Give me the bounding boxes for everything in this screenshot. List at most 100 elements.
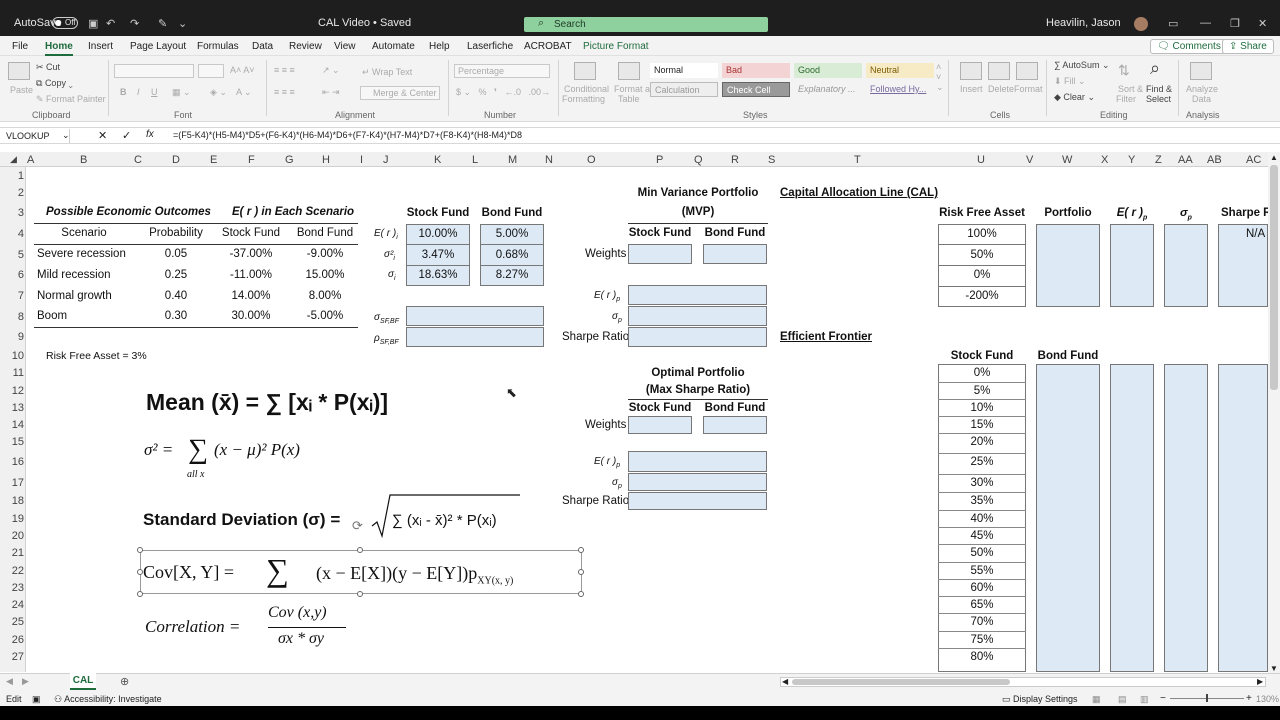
- analyze-data-icon[interactable]: [1190, 62, 1212, 80]
- paintbrush-icon[interactable]: ✎: [158, 17, 167, 30]
- frontier-stock-weight[interactable]: 35%: [938, 495, 1026, 507]
- mean-formula[interactable]: Mean (x̄) = ∑ [xᵢ * P(xᵢ)]: [146, 389, 388, 416]
- fill-button[interactable]: ⬇ Fill ⌄: [1054, 76, 1086, 87]
- column-header[interactable]: AC: [1246, 154, 1261, 166]
- stock-expected-return[interactable]: 10.00%: [406, 228, 470, 240]
- display-settings-button[interactable]: ▭ Display Settings: [1002, 694, 1078, 705]
- align-top-icon[interactable]: ≡ ≡ ≡: [274, 65, 295, 75]
- optimal-sharpe-cell[interactable]: [628, 492, 767, 510]
- bold-button[interactable]: B: [120, 87, 127, 97]
- covariance-cell[interactable]: [406, 306, 544, 326]
- style-check-cell[interactable]: Check Cell: [722, 82, 790, 97]
- frontier-stock-weight[interactable]: 65%: [938, 599, 1026, 611]
- resize-handle[interactable]: [578, 547, 584, 553]
- indent-icon[interactable]: ⇤ ⇥: [322, 87, 340, 98]
- column-header[interactable]: R: [731, 154, 739, 166]
- vertical-scroll-thumb[interactable]: [1270, 165, 1278, 390]
- fill-color-icon[interactable]: ◈ ⌄: [210, 87, 227, 98]
- maximize-icon[interactable]: ❐: [1230, 17, 1240, 30]
- sort-filter-label-2[interactable]: Filter: [1116, 94, 1136, 104]
- column-header[interactable]: Z: [1155, 154, 1162, 166]
- conditional-formatting-label-2[interactable]: Formatting: [562, 94, 605, 104]
- row-header[interactable]: 26: [0, 634, 24, 646]
- wrap-text-button[interactable]: ↵ Wrap Text: [362, 67, 412, 78]
- column-header[interactable]: A: [27, 154, 34, 166]
- sd-formula-rhs[interactable]: ∑ (xᵢ - x̄)² * P(xᵢ): [392, 512, 497, 529]
- horizontal-scroll-thumb[interactable]: [792, 679, 1010, 685]
- table-cell[interactable]: 8.00%: [292, 290, 358, 302]
- clear-button[interactable]: ◆ Clear ⌄: [1054, 92, 1095, 103]
- optimal-weight-bond-cell[interactable]: [703, 416, 767, 434]
- zoom-out-icon[interactable]: −: [1160, 693, 1166, 704]
- user-name[interactable]: Heavilin, Jason: [1046, 17, 1121, 29]
- resize-handle[interactable]: [578, 591, 584, 597]
- scroll-right-icon[interactable]: ▶: [1257, 677, 1263, 686]
- tab-formulas[interactable]: Formulas: [197, 41, 239, 52]
- scroll-up-icon[interactable]: ▲: [1270, 153, 1278, 162]
- mvp-sigma-cell[interactable]: [628, 306, 767, 326]
- tab-automate[interactable]: Automate: [372, 41, 415, 52]
- font-name-box[interactable]: [114, 64, 194, 78]
- font-size-box[interactable]: [198, 64, 224, 78]
- column-header[interactable]: S: [768, 154, 775, 166]
- column-header[interactable]: O: [587, 154, 596, 166]
- formula-input[interactable]: =(F5-K4)*(H5-M4)*D5+(F6-K4)*(H6-M4)*D6+(…: [173, 130, 522, 140]
- format-painter-button[interactable]: ✎ Format Painter: [36, 94, 106, 105]
- row-header[interactable]: 8: [0, 311, 24, 323]
- optimal-weight-stock-cell[interactable]: [628, 416, 692, 434]
- correlation-denominator[interactable]: σx * σy: [278, 630, 324, 648]
- table-cell[interactable]: 0.40: [140, 290, 212, 302]
- redo-icon[interactable]: ↷: [130, 17, 139, 30]
- italic-button[interactable]: I: [137, 87, 140, 97]
- share-button[interactable]: ⇪ Share: [1222, 39, 1274, 54]
- zoom-level[interactable]: 130%: [1256, 694, 1279, 704]
- column-header[interactable]: L: [472, 154, 478, 166]
- style-normal[interactable]: Normal: [650, 63, 718, 78]
- frontier-stock-weight[interactable]: 55%: [938, 565, 1026, 577]
- variance-formula-lhs[interactable]: σ² =: [144, 440, 173, 460]
- resize-handle[interactable]: [578, 569, 584, 575]
- format-as-table-icon[interactable]: [618, 62, 640, 80]
- column-header[interactable]: Y: [1128, 154, 1135, 166]
- close-icon[interactable]: ✕: [1258, 17, 1267, 30]
- mvp-weight-stock-cell[interactable]: [628, 244, 692, 264]
- tab-acrobat[interactable]: ACROBAT: [524, 41, 572, 52]
- style-followed-hyperlink[interactable]: Followed Hy...: [866, 82, 934, 97]
- normal-view-icon[interactable]: ▦: [1092, 694, 1101, 705]
- column-header[interactable]: C: [134, 154, 142, 166]
- frontier-stock-weight[interactable]: 50%: [938, 547, 1026, 559]
- row-header[interactable]: 16: [0, 456, 24, 468]
- table-cell[interactable]: 0.25: [140, 269, 212, 281]
- style-good[interactable]: Good: [794, 63, 862, 78]
- risk-free-note[interactable]: Risk Free Asset = 3%: [46, 350, 147, 362]
- scroll-left-icon[interactable]: ◀: [782, 677, 788, 686]
- bond-std-dev[interactable]: 8.27%: [480, 269, 544, 281]
- frontier-stock-weight[interactable]: 60%: [938, 582, 1026, 594]
- optimal-sigma-cell[interactable]: [628, 473, 767, 491]
- tab-insert[interactable]: Insert: [88, 41, 113, 52]
- stock-std-dev[interactable]: 18.63%: [406, 269, 470, 281]
- document-title[interactable]: CAL Video • Saved: [318, 17, 411, 29]
- zoom-in-icon[interactable]: +: [1246, 693, 1252, 704]
- cal-risk-free-value[interactable]: 0%: [938, 269, 1026, 281]
- borders-icon[interactable]: ▦ ⌄: [172, 87, 191, 98]
- frontier-stock-weight[interactable]: 10%: [938, 402, 1026, 414]
- delete-cells-icon[interactable]: [988, 62, 1010, 80]
- table-cell[interactable]: Normal growth: [37, 290, 112, 302]
- frontier-stock-weight[interactable]: 30%: [938, 477, 1026, 489]
- frontier-er-column[interactable]: [1110, 364, 1154, 672]
- row-header[interactable]: 20: [0, 530, 24, 542]
- row-header[interactable]: 6: [0, 269, 24, 281]
- frontier-stock-weight[interactable]: 40%: [938, 513, 1026, 525]
- stock-variance[interactable]: 3.47%: [406, 249, 470, 261]
- row-header[interactable]: 3: [0, 207, 24, 219]
- format-cells-label[interactable]: Format: [1014, 84, 1043, 94]
- column-header[interactable]: T: [854, 154, 861, 166]
- row-header[interactable]: 24: [0, 599, 24, 611]
- table-cell[interactable]: 0.05: [140, 248, 212, 260]
- format-as-table-label[interactable]: Format as: [614, 84, 655, 94]
- row-header[interactable]: 23: [0, 582, 24, 594]
- paste-label[interactable]: Paste: [10, 85, 33, 95]
- table-cell[interactable]: -11.00%: [218, 269, 284, 281]
- sort-filter-icon[interactable]: ⇅: [1118, 62, 1130, 79]
